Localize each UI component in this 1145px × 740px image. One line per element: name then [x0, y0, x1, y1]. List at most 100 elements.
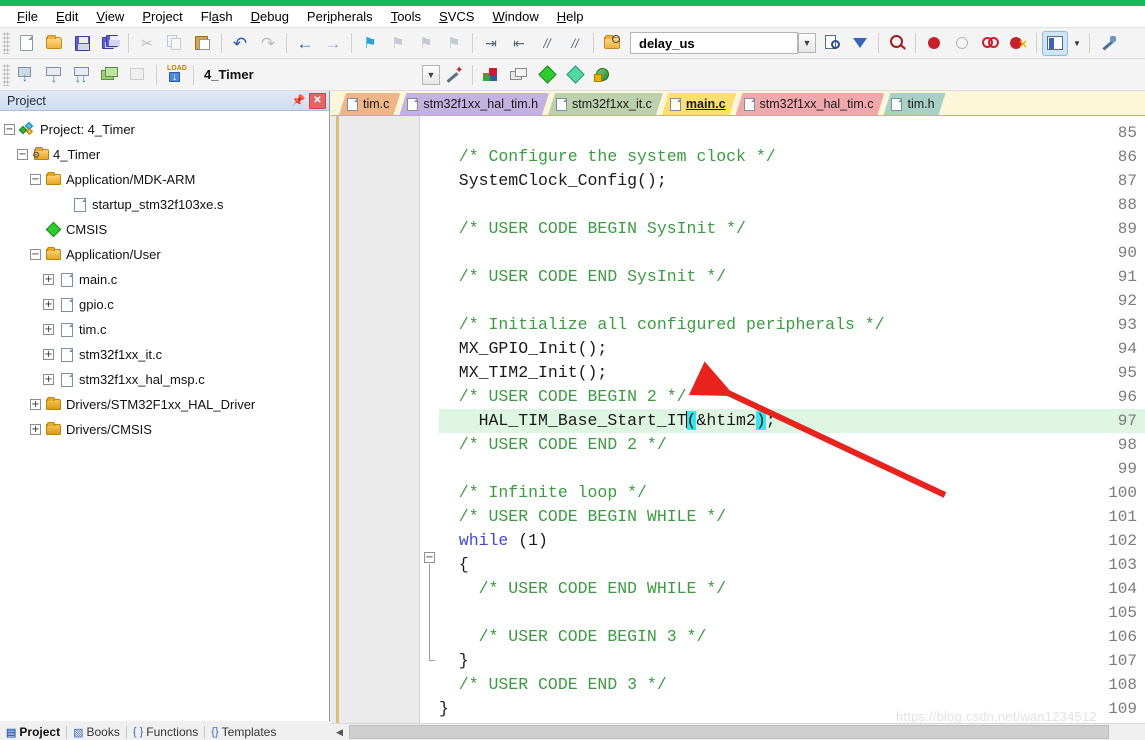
insert-breakpoint-icon[interactable]: [921, 31, 947, 56]
uncomment-icon[interactable]: //: [562, 31, 588, 56]
translate-icon[interactable]: ↓: [13, 62, 39, 87]
batch-build-icon[interactable]: [97, 62, 123, 87]
stop-build-icon[interactable]: [125, 62, 151, 87]
panel-tab-books[interactable]: ▧Books: [67, 725, 126, 739]
bookmark-toggle-icon[interactable]: ⚑: [357, 31, 383, 56]
editor-tab-tim-h[interactable]: tim.h: [883, 93, 945, 115]
pin-icon[interactable]: 📌: [290, 93, 307, 109]
code-view[interactable]: − − /* Configure the system clock */ Sys…: [331, 116, 1145, 723]
menu-item-peripherals[interactable]: Peripherals: [298, 8, 382, 25]
editor-tab-tim-c[interactable]: tim.c: [339, 93, 400, 115]
build-icon[interactable]: ↓: [41, 62, 67, 87]
editor-tab-stm32f1xx-it-c[interactable]: stm32f1xx_it.c: [548, 93, 663, 115]
redo-icon[interactable]: ↷: [255, 31, 281, 56]
menu-item-edit[interactable]: Edit: [47, 8, 87, 25]
editor-horizontal-scrollbar[interactable]: ◀: [331, 723, 1145, 740]
code-text[interactable]: /* Configure the system clock */ SystemC…: [439, 116, 1145, 723]
collapse-toggle-icon[interactable]: −: [30, 174, 41, 185]
expand-toggle-icon[interactable]: +: [43, 374, 54, 385]
indent-left-icon[interactable]: ⇤: [506, 31, 532, 56]
remove-breakpoint-icon[interactable]: [949, 31, 975, 56]
target-options-icon[interactable]: ✦: [441, 62, 467, 87]
panel-dropdown-arrow-icon[interactable]: ▼: [1070, 31, 1084, 56]
expand-toggle-icon[interactable]: +: [43, 299, 54, 310]
menu-item-help[interactable]: Help: [548, 8, 593, 25]
disable-breakpoint-icon[interactable]: [977, 31, 1003, 56]
navigate-back-icon[interactable]: ←: [292, 31, 318, 56]
bookmark-next-icon[interactable]: ⚑: [413, 31, 439, 56]
open-file-icon[interactable]: [41, 31, 67, 56]
search-input[interactable]: delay_us: [630, 32, 798, 54]
project-window-toggle-icon[interactable]: [1042, 31, 1068, 56]
new-file-icon[interactable]: [13, 31, 39, 56]
navigate-forward-icon[interactable]: →: [320, 31, 346, 56]
expand-toggle-icon[interactable]: +: [30, 399, 41, 410]
tree-item-gpio-c[interactable]: +gpio.c: [4, 292, 329, 317]
menu-item-window[interactable]: Window: [483, 8, 547, 25]
comment-icon[interactable]: //: [534, 31, 560, 56]
save-icon[interactable]: [69, 31, 95, 56]
bookmark-clear-icon[interactable]: ⚑: [441, 31, 467, 56]
menu-item-view[interactable]: View: [87, 8, 133, 25]
tree-item-startup-stm32f103xe-s[interactable]: startup_stm32f103xe.s: [4, 192, 329, 217]
multi-project-icon[interactable]: [506, 62, 532, 87]
expand-toggle-icon[interactable]: +: [43, 324, 54, 335]
rebuild-icon[interactable]: ↓↓: [69, 62, 95, 87]
tree-item-application-mdk-arm[interactable]: −Application/MDK-ARM: [4, 167, 329, 192]
paste-icon[interactable]: [190, 31, 216, 56]
menu-item-flash[interactable]: Flash: [192, 8, 242, 25]
close-icon[interactable]: ✕: [309, 93, 326, 109]
collapse-toggle-icon[interactable]: −: [17, 149, 28, 160]
tree-item-drivers-stm32f1xx-hal-driver[interactable]: +Drivers/STM32F1xx_HAL_Driver: [4, 392, 329, 417]
kill-all-breakpoints-icon[interactable]: ✕: [1005, 31, 1031, 56]
cut-icon[interactable]: ✂: [134, 31, 160, 56]
expand-toggle-icon[interactable]: +: [43, 349, 54, 360]
tree-item-tim-c[interactable]: +tim.c: [4, 317, 329, 342]
toolbar-grip[interactable]: [3, 32, 10, 54]
target-dropdown-arrow-icon[interactable]: ▼: [422, 65, 440, 85]
find-in-files-icon[interactable]: [599, 31, 625, 56]
configure-icon[interactable]: [1095, 31, 1121, 56]
panel-tab-project[interactable]: ▤Project: [0, 725, 66, 739]
expand-toggle-icon[interactable]: +: [30, 424, 41, 435]
scrollbar-thumb[interactable]: [349, 725, 1109, 739]
browse-symbol-icon[interactable]: [847, 31, 873, 56]
tree-item-application-user[interactable]: −Application/User: [4, 242, 329, 267]
panel-tab-templates[interactable]: {}Templates: [205, 725, 282, 739]
editor-tab-stm32f1xx-hal-tim-h[interactable]: stm32f1xx_hal_tim.h: [399, 93, 549, 115]
fold-box-103[interactable]: −: [424, 552, 435, 563]
manage-project-items-icon[interactable]: [478, 62, 504, 87]
code-folding-margin[interactable]: − −: [421, 116, 439, 723]
packs-icon[interactable]: [534, 62, 560, 87]
expand-toggle-icon[interactable]: +: [43, 274, 54, 285]
find-next-icon[interactable]: [819, 31, 845, 56]
collapse-toggle-icon[interactable]: −: [4, 124, 15, 135]
menu-item-debug[interactable]: Debug: [242, 8, 298, 25]
menu-item-file[interactable]: File: [8, 8, 47, 25]
save-all-icon[interactable]: [97, 31, 123, 56]
tree-item-stm32f1xx-hal-msp-c[interactable]: +stm32f1xx_hal_msp.c: [4, 367, 329, 392]
tree-item-cmsis[interactable]: CMSIS: [4, 217, 329, 242]
manage-run-env-icon[interactable]: [590, 62, 616, 87]
editor-tab-main-c[interactable]: main.c: [662, 93, 737, 115]
menu-item-svcs[interactable]: SVCS: [430, 8, 483, 25]
pack-installer-icon[interactable]: [562, 62, 588, 87]
copy-icon[interactable]: [162, 31, 188, 56]
editor-tab-stm32f1xx-hal-tim-c[interactable]: stm32f1xx_hal_tim.c: [736, 93, 885, 115]
indent-right-icon[interactable]: ⇥: [478, 31, 504, 56]
collapse-toggle-icon[interactable]: −: [30, 249, 41, 260]
tree-item-main-c[interactable]: +main.c: [4, 267, 329, 292]
tree-item-stm32f1xx-it-c[interactable]: +stm32f1xx_it.c: [4, 342, 329, 367]
download-icon[interactable]: LOAD ↓: [162, 62, 188, 87]
menu-item-project[interactable]: Project: [133, 8, 191, 25]
menu-item-tools[interactable]: Tools: [382, 8, 430, 25]
search-dropdown-arrow-icon[interactable]: ▼: [798, 33, 816, 53]
scroll-left-arrow-icon[interactable]: ◀: [331, 725, 348, 740]
tree-item-4-timer[interactable]: −⚙4_Timer: [4, 142, 329, 167]
undo-icon[interactable]: ↶: [227, 31, 253, 56]
magnify-icon[interactable]: [884, 31, 910, 56]
panel-tab-functions[interactable]: { }Functions: [127, 725, 204, 739]
toolbar-grip-2[interactable]: [3, 64, 10, 86]
tree-item-drivers-cmsis[interactable]: +Drivers/CMSIS: [4, 417, 329, 442]
tree-item-project-4-timer[interactable]: −Project: 4_Timer: [4, 117, 329, 142]
